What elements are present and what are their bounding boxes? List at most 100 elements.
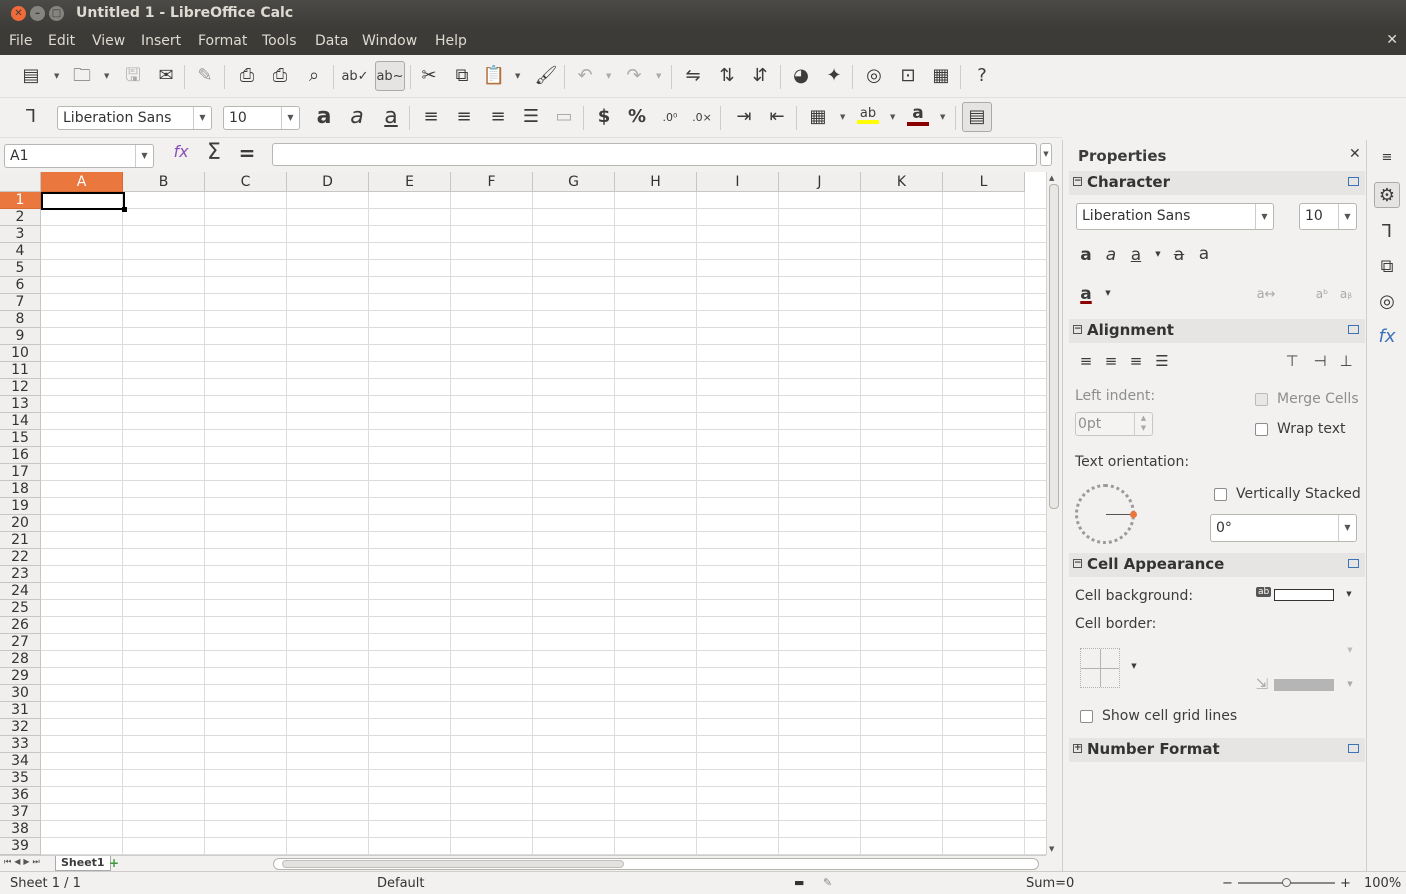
column-header-f[interactable]: F: [451, 172, 533, 192]
superscript-icon[interactable]: aᵇ: [1312, 287, 1332, 301]
vertical-scrollbar[interactable]: ▲ ▼: [1046, 172, 1060, 855]
horizontal-scrollbar-thumb[interactable]: [282, 860, 624, 868]
row-header-5[interactable]: 5: [0, 260, 41, 277]
copy-icon[interactable]: ⧉: [449, 63, 475, 89]
row-header-11[interactable]: 11: [0, 362, 41, 379]
align-middle-icon[interactable]: ⊣: [1310, 352, 1330, 370]
subscript-icon[interactable]: aᵦ: [1336, 287, 1356, 301]
column-header-l[interactable]: L: [943, 172, 1025, 192]
row-header-27[interactable]: 27: [0, 634, 41, 651]
more-options-icon[interactable]: [1348, 559, 1359, 568]
print-icon[interactable]: ⎙: [267, 63, 293, 89]
row-header-8[interactable]: 8: [0, 311, 41, 328]
chevron-down-icon[interactable]: ▼: [606, 72, 611, 80]
row-header-24[interactable]: 24: [0, 583, 41, 600]
border-line-style-swatch[interactable]: [1274, 679, 1334, 691]
row-header-1[interactable]: 1: [0, 192, 41, 209]
row-header-18[interactable]: 18: [0, 481, 41, 498]
background-color-icon[interactable]: ab: [1256, 587, 1272, 597]
formula-icon[interactable]: =: [234, 141, 260, 165]
chevron-down-icon[interactable]: ▼: [135, 145, 153, 167]
insert-special-character-icon[interactable]: ✦: [821, 63, 847, 89]
italic-icon[interactable]: a: [344, 104, 370, 130]
font-color-icon[interactable]: a: [905, 102, 931, 128]
column-header-j[interactable]: J: [779, 172, 861, 192]
properties-tab-icon[interactable]: ⚙: [1374, 182, 1400, 208]
row-header-17[interactable]: 17: [0, 464, 41, 481]
cell-background-swatch[interactable]: [1274, 589, 1334, 601]
chevron-down-icon[interactable]: ▼: [1340, 646, 1360, 654]
redo-icon[interactable]: ↷: [621, 63, 647, 89]
row-header-32[interactable]: 32: [0, 719, 41, 736]
spelling-icon[interactable]: ab✓: [341, 63, 368, 89]
row-header-6[interactable]: 6: [0, 277, 41, 294]
collapse-icon[interactable]: −: [1073, 177, 1082, 186]
column-header-a[interactable]: A: [41, 172, 123, 192]
column-header-d[interactable]: D: [287, 172, 369, 192]
zoom-level[interactable]: 100%: [1364, 876, 1401, 891]
close-window-button[interactable]: ✕: [11, 6, 26, 21]
merge-cells-icon[interactable]: ▭: [551, 104, 577, 130]
sum-icon[interactable]: Σ: [201, 140, 227, 165]
chevron-down-icon[interactable]: ▼: [1124, 662, 1144, 670]
row-header-39[interactable]: 39: [0, 838, 41, 855]
row-header-33[interactable]: 33: [0, 736, 41, 753]
row-header-34[interactable]: 34: [0, 753, 41, 770]
sort-ascending-icon[interactable]: ⇅: [714, 63, 740, 89]
underline-icon[interactable]: a: [1126, 245, 1146, 265]
chevron-down-icon[interactable]: ▼: [1340, 680, 1360, 688]
row-header-3[interactable]: 3: [0, 226, 41, 243]
functions-tab-icon[interactable]: fx: [1374, 323, 1400, 349]
row-header-15[interactable]: 15: [0, 430, 41, 447]
border-line-color-icon[interactable]: ⇲: [1252, 675, 1272, 693]
row-header-37[interactable]: 37: [0, 804, 41, 821]
italic-icon[interactable]: a: [1101, 245, 1121, 265]
bold-icon[interactable]: a: [1076, 245, 1096, 265]
chevron-down-icon[interactable]: ▼: [104, 72, 109, 80]
scroll-up-icon[interactable]: ▲: [1049, 174, 1054, 182]
export-pdf-icon[interactable]: ⎙: [234, 63, 260, 89]
row-header-31[interactable]: 31: [0, 702, 41, 719]
paste-icon[interactable]: 📋: [481, 63, 507, 89]
cut-icon[interactable]: ✂: [416, 63, 442, 89]
row-header-14[interactable]: 14: [0, 413, 41, 430]
align-right-icon[interactable]: ≡: [485, 104, 511, 130]
chevron-down-icon[interactable]: ▼: [54, 72, 59, 80]
justify-icon[interactable]: ☰: [518, 104, 544, 130]
row-header-26[interactable]: 26: [0, 617, 41, 634]
edit-mode-icon[interactable]: ✎: [192, 63, 218, 89]
help-icon[interactable]: ?: [969, 63, 995, 89]
show-grid-lines-checkbox[interactable]: [1080, 710, 1093, 723]
chevron-down-icon[interactable]: ▼: [890, 113, 895, 121]
chevron-down-icon[interactable]: ▼: [840, 113, 845, 121]
orientation-dial[interactable]: [1075, 484, 1137, 544]
horizontal-scrollbar[interactable]: [273, 858, 1039, 870]
gallery-tab-icon[interactable]: ⧉: [1374, 253, 1400, 279]
menu-insert[interactable]: Insert: [141, 33, 181, 49]
currency-format-icon[interactable]: $: [591, 104, 617, 130]
name-box[interactable]: A1 ▼: [4, 144, 154, 168]
styles-icon[interactable]: Ꞁ: [18, 104, 44, 130]
row-header-7[interactable]: 7: [0, 294, 41, 311]
chevron-down-icon[interactable]: ▼: [1339, 590, 1359, 598]
sheet-tab[interactable]: Sheet1: [55, 856, 111, 871]
minimize-window-button[interactable]: –: [30, 6, 45, 21]
row-header-12[interactable]: 12: [0, 379, 41, 396]
align-left-icon[interactable]: ≡: [1076, 352, 1096, 370]
sidebar-menu-icon[interactable]: ≡: [1374, 144, 1400, 170]
spin-icon[interactable]: ▲ ▼: [1134, 413, 1152, 435]
cell-appearance-panel-header[interactable]: − Cell Appearance: [1069, 553, 1365, 577]
column-header-h[interactable]: H: [615, 172, 697, 192]
row-header-13[interactable]: 13: [0, 396, 41, 413]
percent-format-icon[interactable]: %: [624, 104, 650, 130]
align-center-icon[interactable]: ≡: [1101, 352, 1121, 370]
spreadsheet-grid[interactable]: ABCDEFGHIJKL 1 2 3 4 5 6 7 8 9 10 11 12 13 14 15 16 17 18…: [0, 172, 1046, 855]
decrease-indent-icon[interactable]: ⇤: [764, 104, 790, 130]
undo-icon[interactable]: ↶: [572, 63, 598, 89]
chevron-down-icon[interactable]: ▼: [281, 107, 299, 129]
more-options-icon[interactable]: [1348, 177, 1359, 186]
more-options-icon[interactable]: [1348, 325, 1359, 334]
column-header-i[interactable]: I: [697, 172, 779, 192]
auto-spellcheck-icon[interactable]: ab~: [375, 61, 405, 91]
vertically-stacked-checkbox[interactable]: [1214, 488, 1227, 501]
